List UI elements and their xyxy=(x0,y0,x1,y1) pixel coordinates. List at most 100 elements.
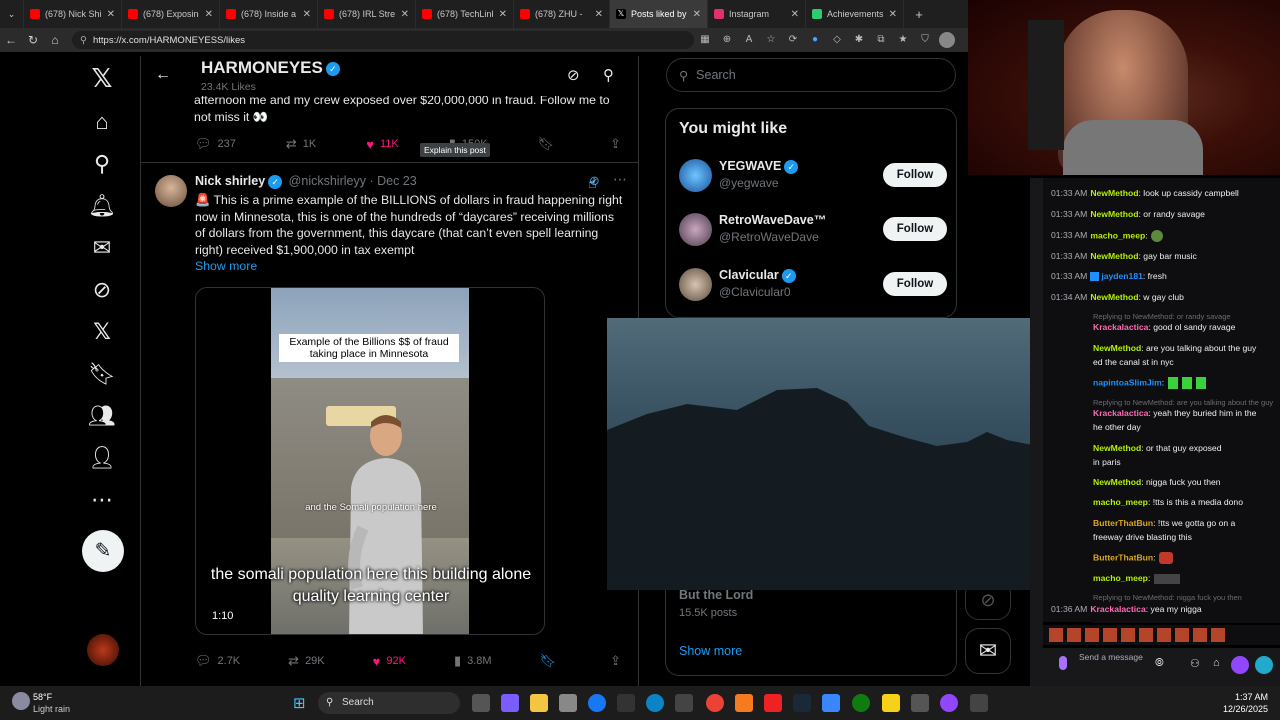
browser-tab[interactable]: (678) ZHU - ✕ xyxy=(514,0,610,28)
taskbar-search[interactable]: ⚲ Search xyxy=(318,692,460,714)
close-tab-icon[interactable]: ✕ xyxy=(401,9,409,20)
follow-button[interactable]: Follow xyxy=(883,163,947,187)
zoom-icon[interactable]: ⊕ xyxy=(719,32,735,48)
browser-tab[interactable]: (678) Inside a 10✕ xyxy=(220,0,318,28)
account-avatar[interactable] xyxy=(87,634,119,666)
microphone-icon[interactable] xyxy=(1059,656,1067,670)
like-button[interactable]: ♥ 11K xyxy=(366,136,398,152)
chat-scrollbar[interactable] xyxy=(1030,178,1043,686)
app-icon[interactable] xyxy=(675,694,693,712)
more-options-icon[interactable]: ⋯ xyxy=(613,171,627,188)
amazon-icon[interactable] xyxy=(617,694,635,712)
extension-icon[interactable]: ◇ xyxy=(829,32,845,48)
sticky-notes-icon[interactable] xyxy=(882,694,900,712)
weather-icon[interactable] xyxy=(12,692,30,710)
copilot-icon[interactable] xyxy=(501,694,519,712)
reply-button[interactable]: 💬︎ 2.7K xyxy=(195,653,240,669)
suggestion-name[interactable]: Clavicular ✓ xyxy=(719,268,796,283)
repost-button[interactable]: ⇄ 1K xyxy=(286,136,316,152)
read-aloud-icon[interactable]: A xyxy=(741,32,757,48)
tweet-date[interactable]: · Dec 23 xyxy=(369,174,416,188)
extension-icon[interactable]: ⟳ xyxy=(785,32,801,48)
follow-button[interactable]: Follow xyxy=(883,272,947,296)
app-icon[interactable] xyxy=(822,694,840,712)
trend-name[interactable]: But the Lord xyxy=(679,588,753,602)
close-tab-icon[interactable]: ✕ xyxy=(205,9,213,20)
points-icon[interactable]: ⦾ xyxy=(1155,657,1164,670)
x-logo-icon[interactable]: 𝕏 xyxy=(88,64,116,92)
app-icon[interactable] xyxy=(911,694,929,712)
explore-search-icon[interactable]: ⚲ xyxy=(88,150,116,178)
badge-icon[interactable] xyxy=(1255,656,1273,674)
reply-button[interactable]: 💬︎ 237 xyxy=(195,136,236,152)
messages-drawer-button[interactable]: ✉ xyxy=(965,628,1011,674)
grok-icon[interactable]: ⊘ xyxy=(567,66,580,84)
browser-tab[interactable]: Achievements -✕ xyxy=(806,0,904,28)
share-button[interactable]: ⇪ xyxy=(610,136,627,152)
suggestion-item[interactable]: Clavicular ✓ @Clavicular0 Follow xyxy=(679,264,947,304)
edge-icon[interactable] xyxy=(646,694,664,712)
close-tab-icon[interactable]: ✕ xyxy=(693,9,701,20)
extension-blue-icon[interactable]: ● xyxy=(807,32,823,48)
windows-start-icon[interactable]: ⊞ xyxy=(293,694,306,712)
file-explorer-icon[interactable] xyxy=(530,694,548,712)
tweet[interactable]: Nick shirley ✓ @nickshirleyy · Dec 23 ⊘ ⋯… xyxy=(141,162,638,682)
emote-strip-icon[interactable] xyxy=(1049,628,1229,642)
site-info-icon[interactable]: ⚲ xyxy=(80,35,87,46)
apps-icon[interactable]: ▦ xyxy=(697,32,713,48)
close-tab-icon[interactable]: ✕ xyxy=(889,9,897,20)
browser-tab-active[interactable]: 𝕏Posts liked by H✕ xyxy=(610,0,708,28)
video-overlay[interactable] xyxy=(607,318,1093,590)
new-tab-button[interactable]: + xyxy=(904,0,934,28)
suggestion-item[interactable]: RetroWaveDave™ @RetroWaveDave Follow xyxy=(679,209,947,249)
grok-icon[interactable]: ⊘ xyxy=(88,276,116,304)
close-tab-icon[interactable]: ✕ xyxy=(791,9,799,20)
suggestion-avatar[interactable] xyxy=(679,268,712,301)
premium-x-icon[interactable]: 𝕏 xyxy=(88,318,116,346)
browser-tab[interactable]: (678) TechLinked✕ xyxy=(416,0,514,28)
xbox-icon[interactable] xyxy=(852,694,870,712)
vlc-icon[interactable] xyxy=(735,694,753,712)
tweet-video[interactable]: Example of the Billions $$ of fraud taki… xyxy=(195,287,545,635)
suggestion-item[interactable]: YEGWAVE ✓ @yegwave Follow xyxy=(679,155,947,195)
close-tab-icon[interactable]: ✕ xyxy=(107,9,115,20)
favorites-icon[interactable]: ★ xyxy=(895,32,911,48)
search-icon[interactable]: ⚲ xyxy=(603,66,614,84)
close-tab-icon[interactable]: ✕ xyxy=(499,9,507,20)
youtube-icon[interactable] xyxy=(764,694,782,712)
suggestion-name[interactable]: YEGWAVE ✓ xyxy=(719,159,799,174)
gifts-icon[interactable]: ⌂ xyxy=(1213,657,1220,669)
weather-temp[interactable]: 58°F xyxy=(33,692,52,702)
close-tab-icon[interactable]: ✕ xyxy=(303,9,311,20)
notifications-bell-icon[interactable]: 🔔︎ xyxy=(88,192,116,220)
browser-tab[interactable]: (678) Nick Shirle✕ xyxy=(24,0,122,28)
views-button[interactable]: ▮ 3.8M xyxy=(454,653,492,669)
favorite-star-icon[interactable]: ☆ xyxy=(763,32,779,48)
profile-avatar[interactable] xyxy=(939,32,955,48)
like-button[interactable]: ♥ 92K xyxy=(373,653,406,669)
share-button[interactable]: ⇪ xyxy=(610,653,627,669)
close-tab-icon[interactable]: ✕ xyxy=(595,9,603,20)
messages-envelope-icon[interactable]: ✉ xyxy=(88,234,116,262)
back-icon[interactable]: ← xyxy=(0,33,22,47)
chrome-icon[interactable] xyxy=(706,694,724,712)
more-icon[interactable]: ⋯ xyxy=(88,486,116,514)
twitch-badge-icon[interactable] xyxy=(1231,656,1249,674)
show-more-link[interactable]: Show more xyxy=(679,644,742,658)
reload-icon[interactable]: ↻ xyxy=(22,33,44,47)
extensions-puzzle-icon[interactable]: ✱ xyxy=(851,32,867,48)
shield-icon[interactable]: ⛉ xyxy=(917,32,933,48)
profile-icon[interactable]: 👤︎ xyxy=(88,444,116,472)
browser-tab[interactable]: (678) IRL Stream✕ xyxy=(318,0,416,28)
author-handle[interactable]: @nickshirleyy xyxy=(289,174,366,188)
clock-time[interactable]: 1:37 AM xyxy=(1212,692,1268,702)
bookmark-button[interactable]: 🔖︎ xyxy=(540,653,563,669)
obs-icon[interactable] xyxy=(940,694,958,712)
tab-list-button[interactable]: ⌄ xyxy=(0,0,24,28)
author-avatar[interactable] xyxy=(155,175,187,207)
home-icon[interactable]: ⌂ xyxy=(88,108,116,136)
group-icon[interactable]: ⚇ xyxy=(1190,657,1200,670)
browser-tab[interactable]: Instagram ✕ xyxy=(708,0,806,28)
browser-tab[interactable]: (678) Exposing a✕ xyxy=(122,0,220,28)
task-view-icon[interactable] xyxy=(472,694,490,712)
